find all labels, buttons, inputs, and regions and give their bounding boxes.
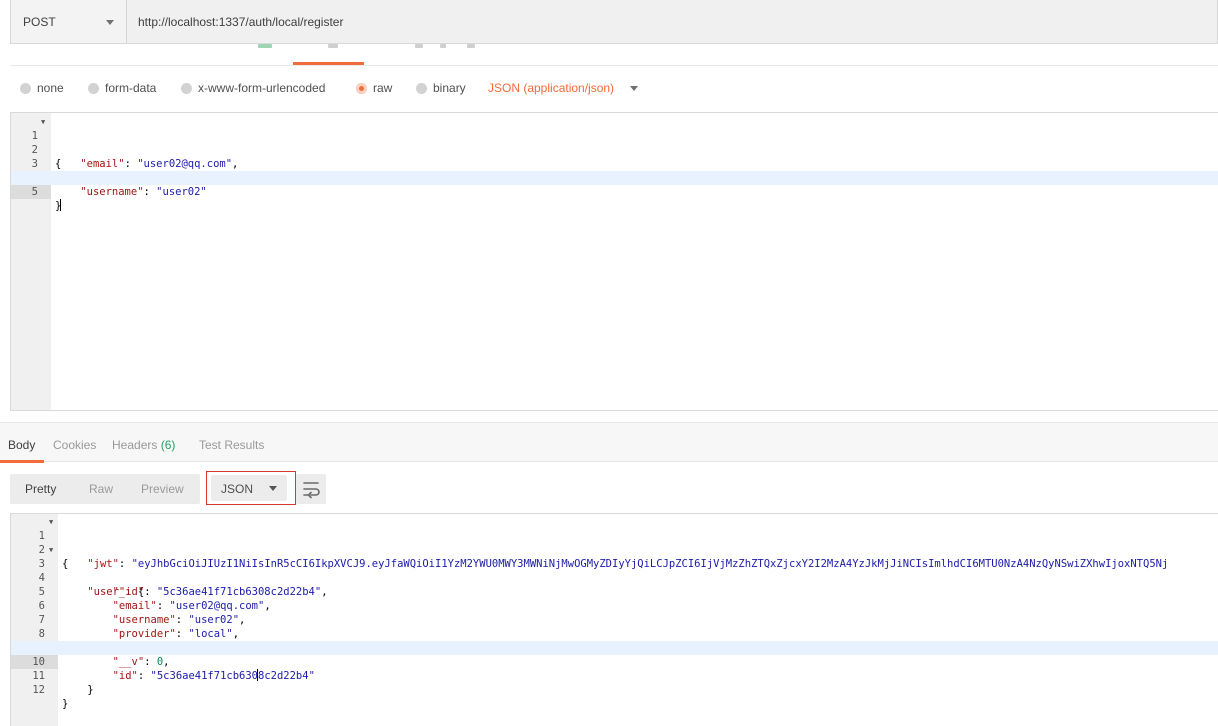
line-number: 5 [11,185,51,199]
chevron-down-icon [106,20,114,25]
radio-icon [20,82,31,94]
body-type-selector: none form-data x-www-form-urlencoded raw… [10,74,1218,102]
radio-label: form-data [105,81,157,95]
code-line: 7 "provider": "local", [11,599,1218,640]
code-line: 5 "email": "user02@qq.com", [11,571,1218,612]
headers-count-badge: (6) [160,438,176,452]
response-body-editor[interactable]: 1 ▼ { 2 "jwt": "eyJhbGciOiJIUzI1NiIsInR5… [10,513,1218,726]
tab-test-results[interactable]: Test Results [199,438,264,452]
tab-fragment [328,44,338,48]
view-pretty-button[interactable]: Pretty [25,482,56,496]
radio-raw[interactable]: raw [356,74,392,102]
radio-icon [416,82,427,94]
code-line: 12 } [11,669,1218,710]
tab-body-indicator [293,62,364,65]
wrap-icon [303,482,320,499]
code-line: 4 "username": "user02" [11,157,1218,198]
code-text: "username": "user02" [80,186,207,198]
content-type-select[interactable]: JSON (application/json) [488,81,614,95]
radio-label: raw [373,81,393,95]
tab-fragment [467,44,475,48]
radio-form-data[interactable]: form-data [88,74,156,102]
tab-fragment [415,44,423,48]
tab-cookies[interactable]: Cookies [53,438,96,452]
method-label: POST [23,15,56,29]
radio-none[interactable]: none [20,74,64,102]
wrap-lines-button[interactable] [296,474,326,504]
code-line: 3 ▼ "user": { [11,543,1218,598]
code-line: 6 "username": "user02", [11,585,1218,626]
view-preview-button[interactable]: Preview [141,482,184,496]
code-text: } [62,684,94,696]
code-line: 2 "email": "user02@qq.com", [11,129,1218,170]
text-cursor [60,199,62,211]
tab-headers-label: Headers [112,438,158,452]
radio-urlencoded[interactable]: x-www-form-urlencoded [181,74,325,102]
chevron-down-icon [269,486,277,491]
tab-body[interactable]: Body [8,438,35,452]
request-bar: POST http://localhost:1337/auth/local/re… [10,0,1218,44]
tab-fragment [258,44,272,48]
format-select[interactable]: JSON [206,471,296,505]
method-select[interactable]: POST [11,0,127,43]
code-line: 3 "password": "user02", [11,143,1218,184]
line-number: 12 [32,684,45,696]
radio-checked-icon [356,82,367,94]
request-body-editor[interactable]: 1 ▼ { 2 "email": "user02@qq.com", 3 "pas… [10,112,1218,411]
radio-label: binary [433,81,466,95]
fold-icon[interactable]: ▼ [41,115,45,129]
chevron-down-icon[interactable] [630,86,638,91]
code-line: 9 "__v": 0, [11,627,1218,668]
view-mode-group: Pretty Raw Preview [10,474,200,504]
response-tabs: Body Cookies Headers (6) Test Results [0,422,1218,463]
code-line: 11 } [11,655,1218,696]
radio-label: none [37,81,64,95]
code-text: } [55,199,62,212]
fold-icon[interactable]: ▼ [49,543,53,557]
code-line: 1 ▼ { [11,115,1218,170]
radio-icon [181,82,192,94]
format-select-inner: JSON [211,475,287,501]
code-line-active: 5 } [11,171,1218,212]
tab-headers[interactable]: Headers (6) [112,438,175,452]
code-line: 1 ▼ { [11,515,1218,570]
code-text: } [62,698,69,710]
tab-fragment [440,44,446,48]
format-label: JSON [221,482,254,496]
radio-label: x-www-form-urlencoded [198,81,326,95]
view-raw-button[interactable]: Raw [89,482,113,496]
code-line: 2 "jwt": "eyJhbGciOiJIUzI1NiIsInR5cCI6Ik… [11,529,1218,570]
url-input[interactable]: http://localhost:1337/auth/local/registe… [138,15,343,29]
request-tabs [10,44,1218,66]
fold-icon[interactable]: ▼ [49,515,53,529]
code-line: 8 "role": "5c1070619083102ff82425e2", [11,613,1218,654]
code-line-active: 10 "id": "5c36ae41f71cb6308c2d22b4" [11,641,1218,682]
code-line: 4 "_id": "5c36ae41f71cb6308c2d22b4", [11,557,1218,598]
radio-binary[interactable]: binary [416,74,466,102]
radio-icon [88,82,99,94]
tab-active-indicator [0,460,44,463]
